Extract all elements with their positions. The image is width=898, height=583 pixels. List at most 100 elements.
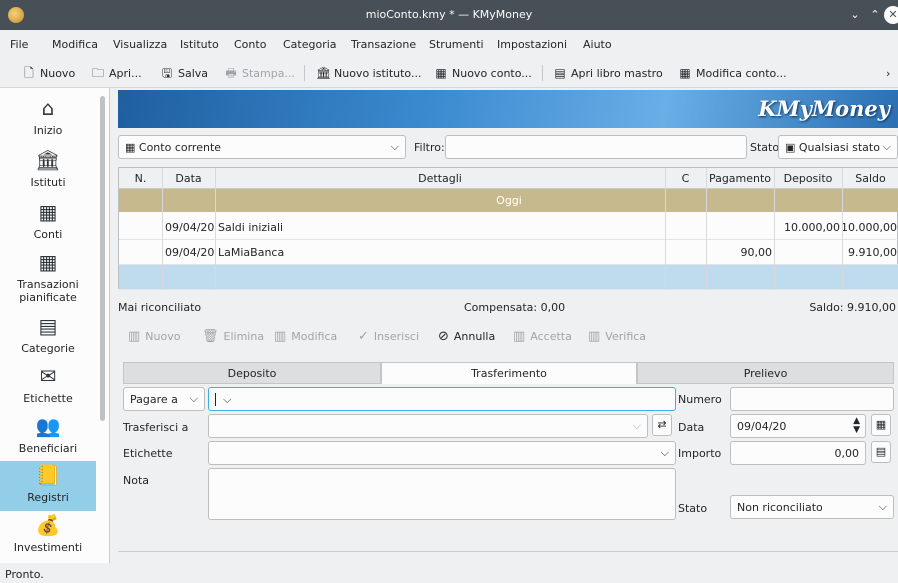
chevron-down-icon: ⌵ <box>878 500 887 513</box>
accept-button[interactable]: ▥ Accetta <box>513 328 572 344</box>
ledger-icon: ▤ <box>554 66 566 80</box>
tag-mail-icon: ✉ <box>39 364 57 388</box>
folder-icon: 🗀 <box>91 66 104 80</box>
amount-label: Importo <box>678 447 722 460</box>
account-selector[interactable]: ▦ Conto corrente ⌵ <box>118 135 406 159</box>
chevron-down-icon: ⌵ <box>882 140 891 153</box>
sidebar-item-etichette[interactable]: ✉ Etichette <box>0 366 96 414</box>
table-row[interactable]: 09/04/20 LaMiaBanca 90,00 9.910,00 <box>119 240 898 265</box>
column-header-cleared[interactable]: C <box>665 172 706 185</box>
column-header-balance[interactable]: Saldo <box>842 172 898 185</box>
row-date: 09/04/20 <box>165 246 215 259</box>
sidebar-item-inizio[interactable]: ⌂ Inizio <box>0 98 96 146</box>
sidebar-item-transazioni-pianificate[interactable]: ▦ Transazioni pianificate <box>0 252 96 312</box>
number-input[interactable] <box>730 387 894 411</box>
table-row[interactable]: 09/04/20 Saldi iniziali 10.000,00 10.000… <box>119 215 898 240</box>
menu-impostazioni[interactable]: Impostazioni <box>497 38 567 51</box>
print-button[interactable]: 🖶 Stampa... <box>224 63 295 83</box>
sidebar-item-conti[interactable]: ▦ Conti <box>0 202 96 250</box>
calculator-button[interactable]: ▤ <box>871 441 891 463</box>
sidebar-item-investimenti[interactable]: 💰 Investimenti <box>0 515 96 563</box>
menu-visualizza[interactable]: Visualizza <box>113 38 167 51</box>
new-transaction-label: Nuovo <box>145 329 181 343</box>
minimize-button[interactable]: ⌄ <box>846 6 864 24</box>
tab-deposito[interactable]: Deposito <box>123 362 381 384</box>
menu-strumenti[interactable]: Strumenti <box>429 38 484 51</box>
menu-transazione[interactable]: Transazione <box>351 38 416 51</box>
edit-account-button[interactable]: ▦ Modifica conto... <box>678 63 786 83</box>
date-picker-button[interactable]: ▦ <box>871 414 891 436</box>
sidebar-scrollbar[interactable] <box>100 96 105 421</box>
accounts-icon: ▦ <box>38 200 58 224</box>
cancel-button[interactable]: ⊘ Annulla <box>438 328 495 344</box>
sidebar-item-label: Investimenti <box>13 541 83 554</box>
menu-categoria[interactable]: Categoria <box>283 38 337 51</box>
sidebar-item-label: Transazioni pianificate <box>17 278 79 304</box>
new-institution-button[interactable]: 🏛 Nuovo istituto... <box>316 63 421 83</box>
menu-bar: File Modifica Visualizza Istituto Conto … <box>0 30 898 57</box>
sidebar-item-label: Istituti <box>30 176 66 189</box>
split-button[interactable]: ⇄ <box>652 414 672 436</box>
open-file-label: Apri... <box>109 66 142 80</box>
new-transaction-button[interactable]: ▥ Nuovo <box>128 328 180 344</box>
column-header-payment[interactable]: Pagamento <box>706 172 774 185</box>
enter-button[interactable]: ✓ Inserisci <box>358 328 419 344</box>
column-divider <box>215 168 216 290</box>
column-header-date[interactable]: Data <box>162 172 215 185</box>
menu-conto[interactable]: Conto <box>234 38 266 51</box>
toolbar-overflow-button[interactable]: › <box>886 63 890 83</box>
edit-button[interactable]: ▥ Modifica <box>274 328 337 344</box>
tags-input[interactable]: ⌵ <box>208 441 676 465</box>
payee-mode-selector[interactable]: Pagare a ⌵ <box>123 387 205 411</box>
open-file-button[interactable]: 🗀 Apri... <box>91 63 142 83</box>
tab-trasferimento[interactable]: Trasferimento <box>381 362 637 384</box>
toolbar: 🗋 Nuovo 🗀 Apri... 🖫 Salva 🖶 Stampa... 🏛 … <box>0 57 898 88</box>
amount-input[interactable]: 0,00 <box>730 441 866 465</box>
verify-label: Verifica <box>605 329 647 343</box>
column-header-number[interactable]: N. <box>119 172 162 185</box>
verify-button[interactable]: ▥ Verifica <box>588 328 646 344</box>
tab-prelievo[interactable]: Prelievo <box>637 362 894 384</box>
row-details: Saldi iniziali <box>218 221 284 234</box>
menu-istituto[interactable]: Istituto <box>180 38 219 51</box>
save-button[interactable]: 🖫 Salva <box>160 63 208 83</box>
memo-textarea[interactable] <box>208 468 676 520</box>
trash-icon: 🗑 <box>202 328 219 344</box>
bank-icon: 🏛 <box>316 66 332 80</box>
column-header-deposit[interactable]: Deposito <box>774 172 842 185</box>
close-button[interactable]: ✕ <box>884 6 898 24</box>
menu-file[interactable]: File <box>10 38 28 51</box>
new-file-button[interactable]: 🗋 Nuovo <box>22 63 75 83</box>
sidebar-item-registri[interactable]: 📒 Registri <box>0 461 96 511</box>
payee-input[interactable]: ⌵ <box>208 387 676 411</box>
categories-icon: ▤ <box>38 314 58 338</box>
column-header-details[interactable]: Dettagli <box>215 172 665 185</box>
sidebar-item-istituti[interactable]: 🏛 Istituti <box>0 150 96 198</box>
bank-icon: 🏛 <box>35 148 61 172</box>
status-bar: Pronto. <box>0 563 898 583</box>
cleared-balance: Compensata: 0,00 <box>464 301 566 314</box>
maximize-button[interactable]: ⌃ <box>866 6 884 24</box>
reconcile-state-selector[interactable]: Non riconciliato ⌵ <box>730 495 894 519</box>
new-institution-label: Nuovo istituto... <box>334 66 422 80</box>
spin-updown-icon[interactable]: ▲ ▼ <box>853 417 860 435</box>
text-cursor <box>215 393 220 406</box>
row-details: LaMiaBanca <box>218 246 285 259</box>
new-transaction-row[interactable] <box>119 265 898 290</box>
sidebar-item-beneficiari[interactable]: 👥 Beneficiari <box>0 416 96 464</box>
column-divider <box>706 168 707 290</box>
column-divider <box>665 168 666 290</box>
delete-button[interactable]: 🗑 Elimina <box>202 328 264 344</box>
sidebar-item-categorie[interactable]: ▤ Categorie <box>0 316 96 364</box>
open-ledger-button[interactable]: ▤ Apri libro mastro <box>553 63 662 83</box>
menu-aiuto[interactable]: Aiuto <box>583 38 612 51</box>
menu-modifica[interactable]: Modifica <box>52 38 98 51</box>
toolbar-separator <box>304 65 305 81</box>
state-filter-selector[interactable]: ▣ Qualsiasi stato ⌵ <box>778 135 898 159</box>
transfer-account-input[interactable]: ⌵ <box>208 414 648 438</box>
filter-input[interactable] <box>445 135 747 159</box>
status-text: Pronto. <box>5 568 44 581</box>
date-input[interactable]: 09/04/20 ▲ ▼ <box>730 414 866 438</box>
title-bar: mioConto.kmy * — KMyMoney ⌄ ⌃ ✕ <box>0 0 898 30</box>
new-account-button[interactable]: ▦ Nuovo conto... <box>434 63 531 83</box>
